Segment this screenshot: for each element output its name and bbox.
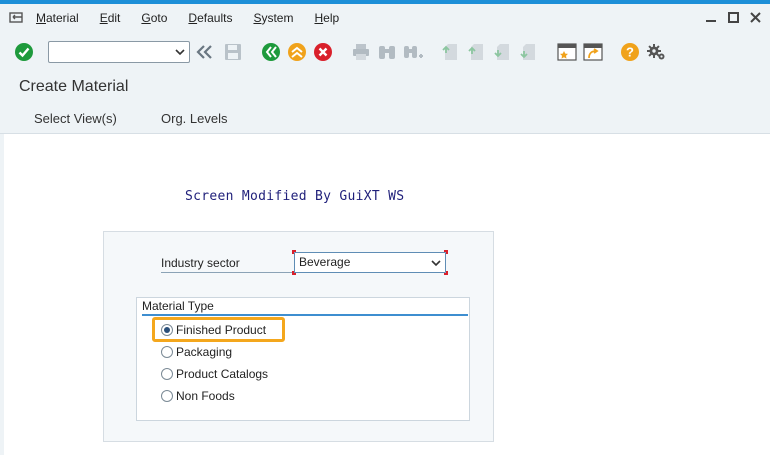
find-icon[interactable] — [376, 41, 398, 63]
menu-system[interactable]: System — [253, 11, 293, 25]
find-next-icon[interactable] — [402, 41, 424, 63]
select-views-button[interactable]: Select View(s) — [34, 111, 117, 126]
next-page-icon[interactable] — [492, 41, 514, 63]
radio-label: Product Catalogs — [176, 367, 269, 381]
svg-text:?: ? — [626, 45, 634, 60]
gear-icon[interactable] — [645, 41, 667, 63]
material-type-title: Material Type — [142, 299, 468, 316]
radio-button[interactable] — [161, 368, 173, 380]
radio-product-catalogs[interactable]: Product Catalogs — [161, 366, 268, 382]
radio-label: Non Foods — [176, 389, 235, 403]
help-icon[interactable]: ? — [619, 41, 641, 63]
chevron-down-icon[interactable] — [174, 45, 186, 59]
application-toolbar: Select View(s) Org. Levels — [0, 104, 770, 134]
page-title: Create Material — [19, 78, 129, 95]
radio-button-selected[interactable] — [161, 324, 173, 336]
radio-finished-product[interactable]: Finished Product — [161, 322, 266, 338]
collapse-toolbar-icon[interactable] — [194, 41, 216, 63]
required-marker — [444, 271, 448, 275]
title-bar: Create Material — [0, 72, 770, 104]
enter-icon[interactable] — [13, 41, 35, 63]
radio-non-foods[interactable]: Non Foods — [161, 388, 235, 404]
last-page-icon[interactable] — [518, 41, 540, 63]
chevron-down-icon[interactable] — [430, 256, 442, 270]
create-session-icon[interactable] — [556, 41, 578, 63]
close-window-icon[interactable] — [748, 9, 762, 25]
command-field[interactable] — [48, 41, 190, 63]
required-marker — [292, 271, 296, 275]
industry-sector-select[interactable]: Beverage — [294, 252, 446, 273]
menu-bar: Material Edit Goto Defaults System Help — [0, 4, 770, 32]
first-page-icon[interactable] — [440, 41, 462, 63]
cancel-icon[interactable] — [312, 41, 334, 63]
radio-label: Finished Product — [176, 323, 267, 337]
back-icon[interactable] — [260, 41, 282, 63]
exit-icon[interactable] — [286, 41, 308, 63]
radio-packaging[interactable]: Packaging — [161, 344, 232, 360]
guixt-note: Screen Modified By GuiXT WS — [185, 189, 405, 204]
radio-button[interactable] — [161, 390, 173, 402]
system-menu-icon[interactable] — [6, 4, 28, 32]
industry-sector-value: Beverage — [299, 255, 351, 269]
previous-page-icon[interactable] — [466, 41, 488, 63]
menu-material[interactable]: Material — [36, 11, 79, 25]
menu-defaults[interactable]: Defaults — [188, 11, 232, 25]
menu-goto[interactable]: Goto — [141, 11, 167, 25]
radio-button[interactable] — [161, 346, 173, 358]
maximize-icon[interactable] — [726, 9, 740, 25]
save-icon[interactable] — [222, 41, 244, 63]
minimize-icon[interactable] — [704, 9, 718, 25]
print-icon[interactable] — [350, 41, 372, 63]
industry-sector-label: Industry sector — [161, 256, 296, 273]
org-levels-button[interactable]: Org. Levels — [161, 111, 227, 126]
menu-edit[interactable]: Edit — [100, 11, 121, 25]
generate-shortcut-icon[interactable] — [582, 41, 604, 63]
required-marker — [444, 250, 448, 254]
required-marker — [292, 250, 296, 254]
radio-label: Packaging — [176, 345, 233, 359]
menu-help[interactable]: Help — [314, 11, 339, 25]
standard-toolbar: ? — [0, 36, 770, 70]
